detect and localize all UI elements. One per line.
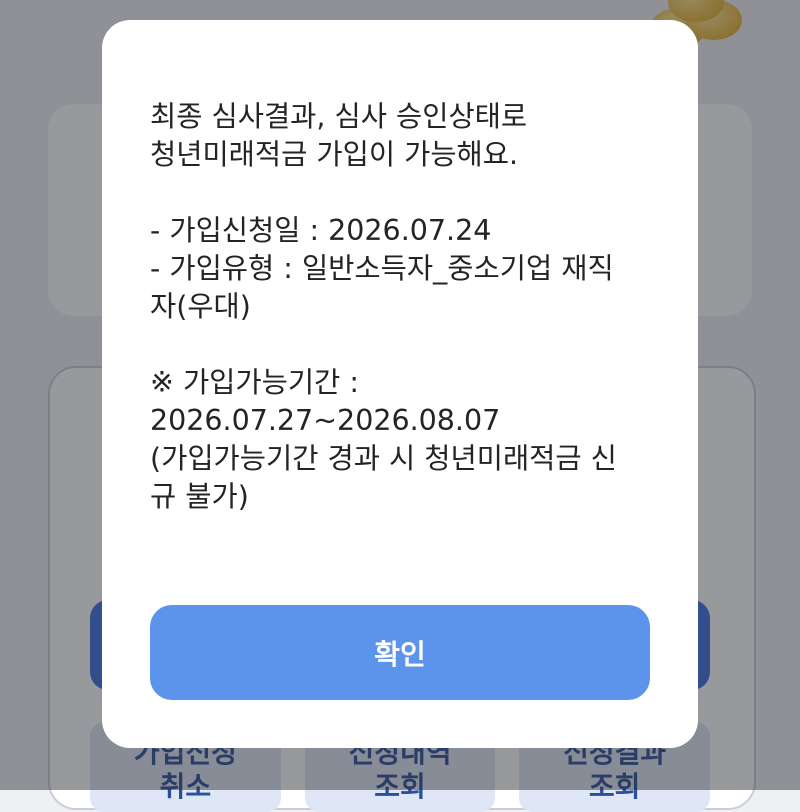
dialog-message: 최종 심사결과, 심사 승인상태로청년미래적금 가입이 가능해요. - 가입신청일… bbox=[150, 98, 654, 516]
dialog-message-line: 최종 심사결과, 심사 승인상태로 bbox=[150, 100, 528, 133]
confirm-button[interactable]: 확인 bbox=[150, 605, 650, 700]
dialog-message-line bbox=[150, 174, 654, 212]
dialog-message-line: - 가입신청일 : 2026.07.24 bbox=[150, 214, 492, 247]
dialog-message-line: (가입가능기간 경과 시 청년미래적금 신 bbox=[150, 442, 617, 475]
dialog-message-line: - 가입유형 : 일반소득자_중소기업 재직 bbox=[150, 252, 614, 285]
dialog-message-line: 청년미래적금 가입이 가능해요. bbox=[150, 138, 519, 171]
dialog-message-line: ※ 가입가능기간 : bbox=[150, 366, 359, 399]
result-dialog: 최종 심사결과, 심사 승인상태로청년미래적금 가입이 가능해요. - 가입신청일… bbox=[102, 20, 698, 748]
dialog-message-line: 2026.07.27~2026.08.07 bbox=[150, 404, 501, 437]
dialog-message-line: 자(우대) bbox=[150, 290, 251, 323]
dialog-message-line bbox=[150, 326, 654, 364]
dialog-message-line: 규 불가) bbox=[150, 480, 249, 513]
